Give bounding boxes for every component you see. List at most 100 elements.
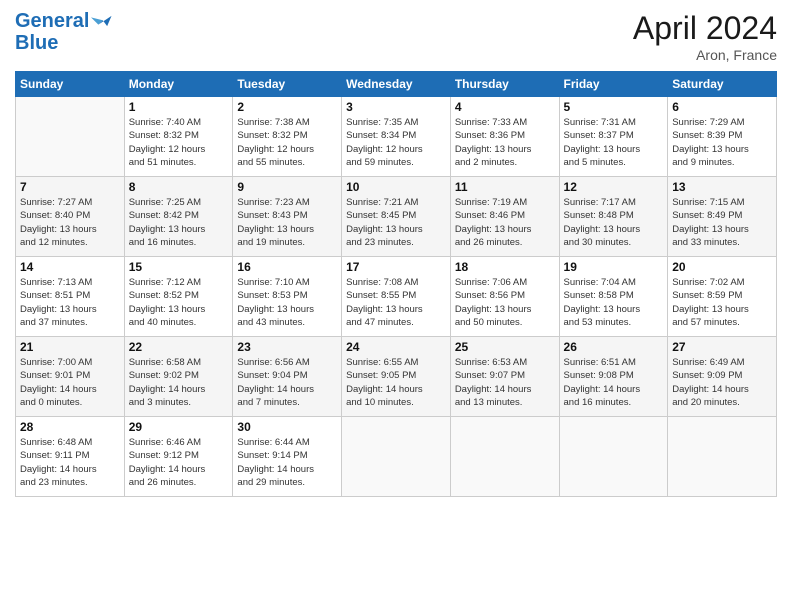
calendar-cell: 21 Sunrise: 7:00 AM Sunset: 9:01 PM Dayli… (16, 337, 125, 417)
calendar-cell: 5Sunrise: 7:31 AM Sunset: 8:37 PM Daylig… (559, 97, 668, 177)
calendar-header-row: SundayMondayTuesdayWednesdayThursdayFrid… (16, 72, 777, 97)
calendar-header-monday: Monday (124, 72, 233, 97)
day-info: Sunrise: 7:17 AM Sunset: 8:48 PM Dayligh… (564, 196, 664, 249)
day-info: Sunrise: 6:46 AM Sunset: 9:12 PM Dayligh… (129, 436, 229, 489)
calendar-cell: 15Sunrise: 7:12 AM Sunset: 8:52 PM Dayli… (124, 257, 233, 337)
day-number: 19 (564, 260, 664, 274)
calendar-cell: 29 Sunrise: 6:46 AM Sunset: 9:12 PM Dayli… (124, 417, 233, 497)
day-number: 20 (672, 260, 772, 274)
day-info: Sunrise: 6:51 AM Sunset: 9:08 PM Dayligh… (564, 356, 664, 409)
calendar-cell: 10 Sunrise: 7:21 AM Sunset: 8:45 PM Dayli… (342, 177, 451, 257)
calendar-header-friday: Friday (559, 72, 668, 97)
day-number: 7 (20, 180, 120, 194)
calendar-cell: 26 Sunrise: 6:51 AM Sunset: 9:08 PM Dayli… (559, 337, 668, 417)
day-number: 9 (237, 180, 337, 194)
calendar-cell: 13 Sunrise: 7:15 AM Sunset: 8:49 PM Dayli… (668, 177, 777, 257)
day-info: Sunrise: 7:31 AM Sunset: 8:37 PM Dayligh… (564, 116, 664, 169)
calendar-cell: 27 Sunrise: 6:49 AM Sunset: 9:09 PM Dayli… (668, 337, 777, 417)
day-info: Sunrise: 7:25 AM Sunset: 8:42 PM Dayligh… (129, 196, 229, 249)
calendar-header-saturday: Saturday (668, 72, 777, 97)
day-number: 21 (20, 340, 120, 354)
calendar-table: SundayMondayTuesdayWednesdayThursdayFrid… (15, 71, 777, 497)
day-info: Sunrise: 7:15 AM Sunset: 8:49 PM Dayligh… (672, 196, 772, 249)
day-number: 4 (455, 100, 555, 114)
day-number: 26 (564, 340, 664, 354)
calendar-cell: 20 Sunrise: 7:02 AM Sunset: 8:59 PM Dayli… (668, 257, 777, 337)
calendar-cell: 22 Sunrise: 6:58 AM Sunset: 9:02 PM Dayli… (124, 337, 233, 417)
calendar-cell: 24Sunrise: 6:55 AM Sunset: 9:05 PM Dayli… (342, 337, 451, 417)
day-number: 2 (237, 100, 337, 114)
day-number: 25 (455, 340, 555, 354)
day-number: 11 (455, 180, 555, 194)
day-info: Sunrise: 7:21 AM Sunset: 8:45 PM Dayligh… (346, 196, 446, 249)
calendar-cell: 12 Sunrise: 7:17 AM Sunset: 8:48 PM Dayli… (559, 177, 668, 257)
day-info: Sunrise: 6:44 AM Sunset: 9:14 PM Dayligh… (237, 436, 337, 489)
day-info: Sunrise: 7:35 AM Sunset: 8:34 PM Dayligh… (346, 116, 446, 169)
day-info: Sunrise: 7:38 AM Sunset: 8:32 PM Dayligh… (237, 116, 337, 169)
calendar-cell: 1Sunrise: 7:40 AM Sunset: 8:32 PM Daylig… (124, 97, 233, 177)
calendar-cell: 8 Sunrise: 7:25 AM Sunset: 8:42 PM Daylig… (124, 177, 233, 257)
day-info: Sunrise: 7:23 AM Sunset: 8:43 PM Dayligh… (237, 196, 337, 249)
calendar-header-sunday: Sunday (16, 72, 125, 97)
day-number: 12 (564, 180, 664, 194)
calendar-cell: 14Sunrise: 7:13 AM Sunset: 8:51 PM Dayli… (16, 257, 125, 337)
day-number: 16 (237, 260, 337, 274)
day-info: Sunrise: 7:29 AM Sunset: 8:39 PM Dayligh… (672, 116, 772, 169)
day-number: 15 (129, 260, 229, 274)
calendar-header-wednesday: Wednesday (342, 72, 451, 97)
day-info: Sunrise: 6:49 AM Sunset: 9:09 PM Dayligh… (672, 356, 772, 409)
calendar-cell: 4 Sunrise: 7:33 AM Sunset: 8:36 PM Daylig… (450, 97, 559, 177)
day-number: 6 (672, 100, 772, 114)
calendar-cell: 18 Sunrise: 7:06 AM Sunset: 8:56 PM Dayli… (450, 257, 559, 337)
day-info: Sunrise: 6:58 AM Sunset: 9:02 PM Dayligh… (129, 356, 229, 409)
calendar-cell: 11Sunrise: 7:19 AM Sunset: 8:46 PM Dayli… (450, 177, 559, 257)
day-info: Sunrise: 7:33 AM Sunset: 8:36 PM Dayligh… (455, 116, 555, 169)
calendar-week-2: 14Sunrise: 7:13 AM Sunset: 8:51 PM Dayli… (16, 257, 777, 337)
day-info: Sunrise: 6:56 AM Sunset: 9:04 PM Dayligh… (237, 356, 337, 409)
day-info: Sunrise: 7:08 AM Sunset: 8:55 PM Dayligh… (346, 276, 446, 329)
day-number: 13 (672, 180, 772, 194)
calendar-week-0: 1Sunrise: 7:40 AM Sunset: 8:32 PM Daylig… (16, 97, 777, 177)
calendar-cell: 16Sunrise: 7:10 AM Sunset: 8:53 PM Dayli… (233, 257, 342, 337)
calendar-cell: 6 Sunrise: 7:29 AM Sunset: 8:39 PM Daylig… (668, 97, 777, 177)
day-info: Sunrise: 7:40 AM Sunset: 8:32 PM Dayligh… (129, 116, 229, 169)
logo-text: General (15, 10, 89, 32)
day-info: Sunrise: 7:04 AM Sunset: 8:58 PM Dayligh… (564, 276, 664, 329)
calendar-header-thursday: Thursday (450, 72, 559, 97)
calendar-cell (668, 417, 777, 497)
day-info: Sunrise: 7:13 AM Sunset: 8:51 PM Dayligh… (20, 276, 120, 329)
day-number: 28 (20, 420, 120, 434)
day-info: Sunrise: 7:06 AM Sunset: 8:56 PM Dayligh… (455, 276, 555, 329)
day-number: 3 (346, 100, 446, 114)
logo: General Blue (15, 10, 113, 54)
header: General Blue April 2024 Aron, France (15, 10, 777, 63)
calendar-header-tuesday: Tuesday (233, 72, 342, 97)
day-number: 29 (129, 420, 229, 434)
calendar-cell (342, 417, 451, 497)
day-number: 30 (237, 420, 337, 434)
day-info: Sunrise: 6:48 AM Sunset: 9:11 PM Dayligh… (20, 436, 120, 489)
calendar-cell: 9 Sunrise: 7:23 AM Sunset: 8:43 PM Daylig… (233, 177, 342, 257)
day-info: Sunrise: 6:55 AM Sunset: 9:05 PM Dayligh… (346, 356, 446, 409)
day-number: 10 (346, 180, 446, 194)
calendar-cell: 17 Sunrise: 7:08 AM Sunset: 8:55 PM Dayli… (342, 257, 451, 337)
page: General Blue April 2024 Aron, France Sun… (0, 0, 792, 612)
calendar-cell: 25Sunrise: 6:53 AM Sunset: 9:07 PM Dayli… (450, 337, 559, 417)
calendar-cell: 7 Sunrise: 7:27 AM Sunset: 8:40 PM Daylig… (16, 177, 125, 257)
calendar-week-3: 21 Sunrise: 7:00 AM Sunset: 9:01 PM Dayli… (16, 337, 777, 417)
day-info: Sunrise: 7:00 AM Sunset: 9:01 PM Dayligh… (20, 356, 120, 409)
calendar-cell: 19 Sunrise: 7:04 AM Sunset: 8:58 PM Dayli… (559, 257, 668, 337)
day-number: 17 (346, 260, 446, 274)
calendar-cell: 28 Sunrise: 6:48 AM Sunset: 9:11 PM Dayli… (16, 417, 125, 497)
main-title: April 2024 (633, 10, 777, 47)
day-info: Sunrise: 7:02 AM Sunset: 8:59 PM Dayligh… (672, 276, 772, 329)
day-info: Sunrise: 7:27 AM Sunset: 8:40 PM Dayligh… (20, 196, 120, 249)
day-number: 18 (455, 260, 555, 274)
day-number: 27 (672, 340, 772, 354)
title-block: April 2024 Aron, France (633, 10, 777, 63)
day-number: 22 (129, 340, 229, 354)
day-number: 8 (129, 180, 229, 194)
calendar-cell: 3 Sunrise: 7:35 AM Sunset: 8:34 PM Daylig… (342, 97, 451, 177)
calendar-cell (559, 417, 668, 497)
calendar-cell: 23Sunrise: 6:56 AM Sunset: 9:04 PM Dayli… (233, 337, 342, 417)
